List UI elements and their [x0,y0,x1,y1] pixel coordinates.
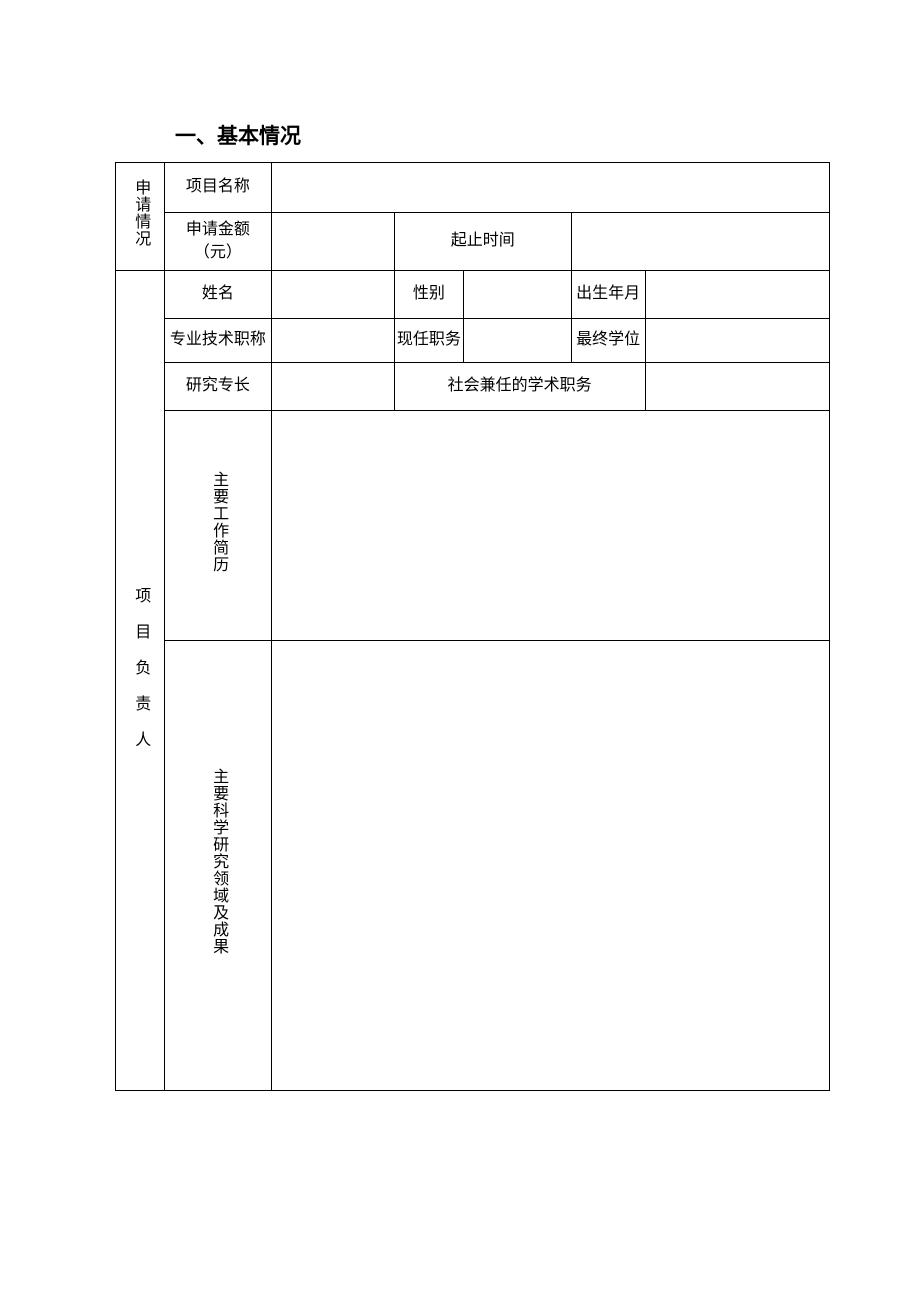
name-label: 姓名 [165,271,272,319]
period-label: 起止时间 [394,213,571,271]
period-value[interactable] [571,213,829,271]
position-value[interactable] [464,319,572,363]
degree-value[interactable] [645,319,829,363]
amount-value[interactable] [271,213,394,271]
gender-value[interactable] [464,271,572,319]
leader-header-cell: 项目负责人 [116,271,165,1091]
amount-label: 申请金额（元） [165,213,272,271]
gender-label: 性别 [394,271,464,319]
name-value[interactable] [271,271,394,319]
research-label-cell: 主要科学研究领域及成果 [165,641,272,1091]
research-value[interactable] [271,641,829,1091]
proftitle-label: 专业技术职称 [165,319,272,363]
page-title: 一、基本情况 [175,120,830,150]
birth-label: 出生年月 [571,271,645,319]
position-label: 现任职务 [394,319,464,363]
specialty-label: 研究专长 [165,363,272,411]
work-history-value[interactable] [271,411,829,641]
academic-duty-label: 社会兼任的学术职务 [394,363,645,411]
basic-info-table: 申请情况 项目名称 申请金额（元） 起止时间 项目负责人 姓名 性别 出生年月 … [115,162,830,1091]
academic-duty-value[interactable] [645,363,829,411]
project-name-value[interactable] [271,163,829,213]
degree-label: 最终学位 [571,319,645,363]
specialty-value[interactable] [271,363,394,411]
project-name-label: 项目名称 [165,163,272,213]
birth-value[interactable] [645,271,829,319]
work-history-label: 主要工作简历 [207,471,229,573]
leader-header-text: 项目负责人 [129,587,151,767]
research-label: 主要科学研究领域及成果 [207,768,229,955]
application-header-text: 申请情况 [129,179,151,247]
work-history-label-cell: 主要工作简历 [165,411,272,641]
application-header-cell: 申请情况 [116,163,165,271]
proftitle-value[interactable] [271,319,394,363]
